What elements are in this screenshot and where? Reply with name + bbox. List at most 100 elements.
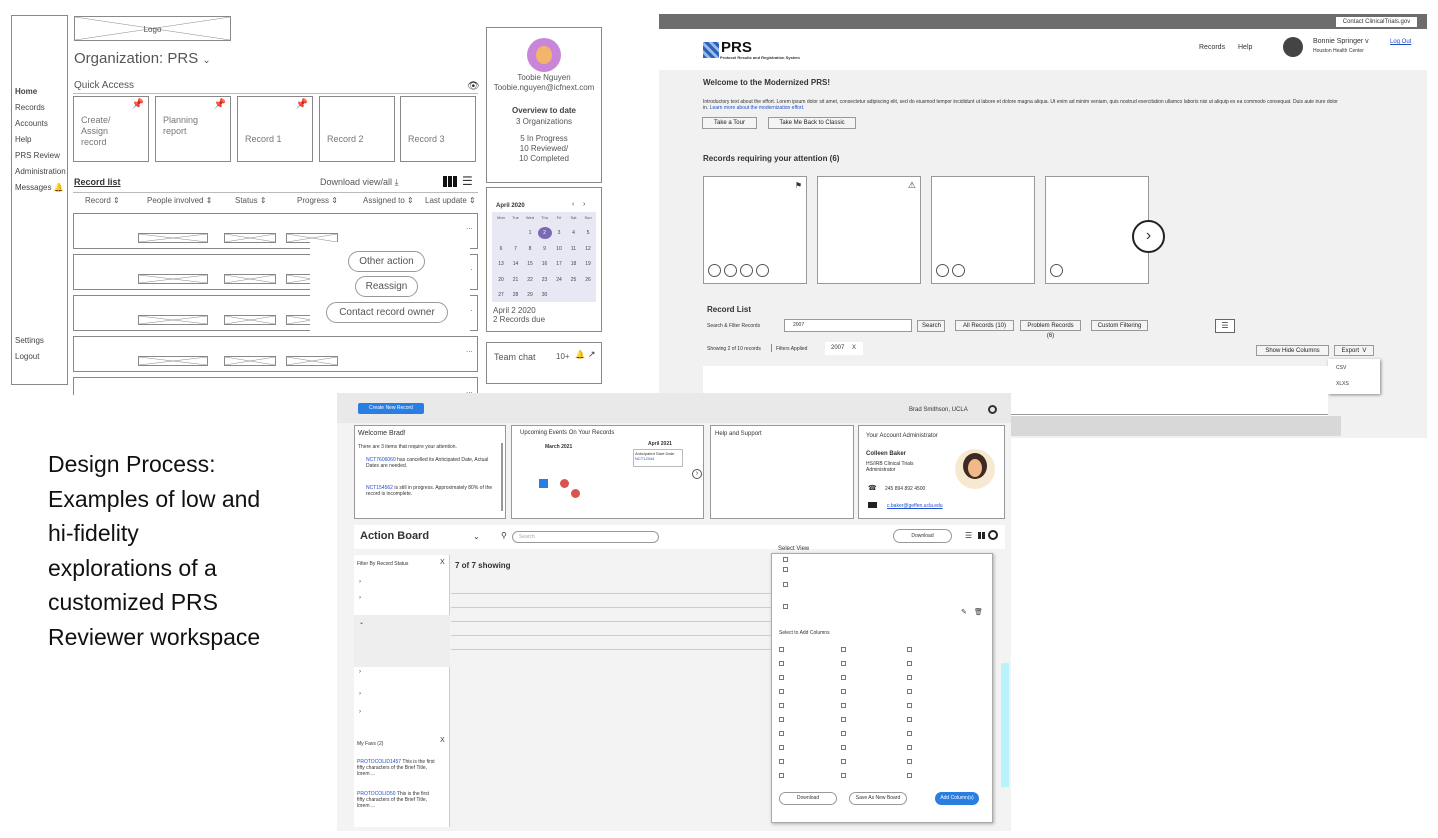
column-checkbox[interactable]	[907, 759, 912, 764]
view-checkbox[interactable]	[783, 582, 788, 587]
column-checkbox[interactable]	[907, 731, 912, 736]
panel-download-button[interactable]: Download	[779, 792, 837, 805]
column-checkbox[interactable]	[907, 717, 912, 722]
column-checkbox[interactable]	[907, 661, 912, 666]
calendar-day[interactable]: 11	[567, 243, 581, 255]
calendar-day[interactable]: 26	[581, 274, 595, 286]
view-checkbox[interactable]	[783, 567, 788, 572]
calendar-day[interactable]	[611, 501, 620, 510]
problem-records-button[interactable]: Problem Records (6)	[1020, 320, 1081, 339]
add-columns-button[interactable]: Add Column(s)	[935, 792, 979, 805]
next-cards-button[interactable]: ›	[1132, 220, 1165, 253]
calendar-day[interactable]: 12	[581, 243, 595, 255]
calendar-day[interactable]	[632, 481, 641, 490]
nav-records[interactable]: Records	[1199, 44, 1225, 51]
grid-view-icon[interactable]	[443, 176, 457, 187]
calendar-day[interactable]	[674, 471, 683, 480]
grid-view-icon[interactable]	[978, 532, 985, 539]
calendar-day[interactable]: 20	[494, 274, 508, 286]
calendar-day[interactable]	[581, 469, 590, 478]
calendar-day[interactable]	[539, 499, 548, 508]
flag-icon[interactable]: ⚑	[795, 181, 802, 190]
calendar-day[interactable]	[664, 501, 673, 510]
org-title[interactable]: Organization: PRS ⌄	[74, 50, 211, 67]
chevron-icon[interactable]: ⌄	[359, 619, 364, 626]
eye-icon[interactable]: 👁	[467, 81, 480, 92]
calendar-day[interactable]	[581, 459, 590, 468]
column-checkbox[interactable]	[779, 661, 784, 666]
chevron-icon[interactable]: ›	[359, 669, 361, 675]
edit-icon[interactable]: ✎	[961, 608, 967, 616]
save-board-button[interactable]: Save As New Board	[849, 792, 907, 805]
column-checkbox[interactable]	[907, 689, 912, 694]
column-header[interactable]: Last update ⇕	[425, 196, 476, 205]
calendar-day[interactable]	[632, 491, 641, 500]
column-checkbox[interactable]	[907, 745, 912, 750]
quick-access-tile[interactable]: Record 1 📌	[237, 96, 313, 162]
calendar-day[interactable]	[539, 479, 548, 488]
calendar-day[interactable]	[611, 481, 620, 490]
calendar-day[interactable]	[674, 501, 683, 510]
quick-access-tile[interactable]: Create/ Assign record 📌	[73, 96, 149, 162]
card-badge[interactable]	[740, 264, 753, 277]
search-icon[interactable]: ⚲	[501, 531, 507, 540]
calendar-day[interactable]	[643, 501, 652, 510]
calendar-day[interactable]: 18	[567, 258, 581, 270]
calendar-day[interactable]	[550, 499, 559, 508]
card-badge[interactable]	[952, 264, 965, 277]
calendar-day[interactable]: 8	[523, 243, 537, 255]
calendar-day[interactable]	[570, 489, 580, 498]
calendar-day[interactable]	[571, 469, 580, 478]
expand-icon[interactable]: ↗	[588, 349, 596, 360]
calendar-day[interactable]	[611, 491, 620, 500]
filter-chip[interactable]: 2007 X	[825, 342, 863, 355]
team-chat-card[interactable]	[486, 342, 602, 384]
calendar-day[interactable]: 13	[494, 258, 508, 270]
nav-help[interactable]: Help	[1238, 44, 1252, 51]
calendar-day[interactable]: 14	[509, 258, 523, 270]
calendar-day[interactable]: 7	[509, 243, 523, 255]
column-checkbox[interactable]	[779, 689, 784, 694]
chevron-icon[interactable]: ›	[359, 709, 361, 715]
column-checkbox[interactable]	[779, 703, 784, 708]
quick-access-tile[interactable]: Planning report 📌	[155, 96, 231, 162]
sidebar-item-accounts[interactable]: Accounts	[15, 119, 48, 128]
calendar-day[interactable]	[518, 469, 527, 478]
calendar-day[interactable]	[550, 479, 559, 488]
export-button[interactable]: Export V	[1334, 345, 1374, 356]
column-checkbox[interactable]	[841, 661, 846, 666]
column-checkbox[interactable]	[907, 675, 912, 680]
card-badge[interactable]	[756, 264, 769, 277]
contact-clinicaltrials-button[interactable]: Contact ClinicalTrials.gov	[1336, 17, 1417, 27]
close-icon[interactable]: X	[852, 345, 856, 351]
search-button[interactable]: Search	[917, 320, 945, 332]
calendar-next-icon[interactable]: ›	[692, 469, 702, 479]
calendar-day[interactable]	[560, 479, 569, 488]
column-checkbox[interactable]	[907, 773, 912, 778]
calendar-day[interactable]	[518, 479, 527, 488]
calendar-day[interactable]: 17	[552, 258, 566, 270]
other-action-button[interactable]: Other action	[348, 251, 425, 272]
calendar-day[interactable]: 21	[509, 274, 523, 286]
create-new-record-button[interactable]: Create New Record	[358, 403, 424, 414]
calendar-day[interactable]	[632, 511, 641, 520]
calendar-day[interactable]	[529, 499, 538, 508]
list-view-icon[interactable]: ☰	[965, 531, 972, 540]
calendar-day[interactable]	[529, 469, 538, 478]
column-checkbox[interactable]	[779, 717, 784, 722]
search-input[interactable]: 2007	[784, 319, 912, 332]
calendar-day[interactable]	[539, 469, 548, 478]
calendar-day[interactable]	[664, 511, 673, 520]
board-title[interactable]: Action Board	[360, 530, 429, 542]
view-checkbox[interactable]	[783, 604, 788, 609]
bell-icon[interactable]: 🔔	[575, 350, 585, 359]
column-checkbox[interactable]	[779, 675, 784, 680]
calendar-day[interactable]	[674, 481, 683, 490]
export-csv-option[interactable]: CSV	[1336, 365, 1346, 371]
column-checkbox[interactable]	[779, 731, 784, 736]
back-to-classic-button[interactable]: Take Me Back to Classic	[768, 117, 856, 129]
column-checkbox[interactable]	[841, 717, 846, 722]
calendar-day[interactable]: 27	[494, 289, 508, 301]
user-avatar-icon[interactable]	[1283, 37, 1303, 57]
all-records-button[interactable]: All Records (10)	[955, 320, 1014, 331]
